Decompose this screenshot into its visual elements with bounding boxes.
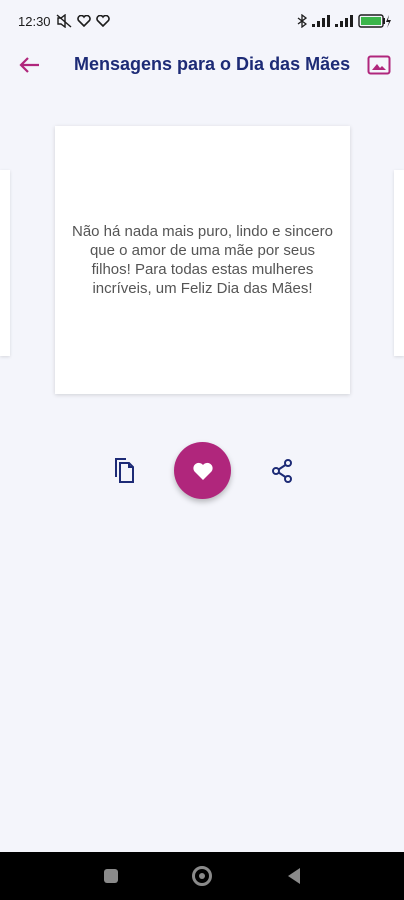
message-card: Não há nada mais puro, lindo e sincero q… xyxy=(55,126,350,394)
recents-icon[interactable] xyxy=(104,869,118,883)
signal-icon xyxy=(335,15,353,27)
bluetooth-icon xyxy=(297,14,307,28)
heart-rate-icon xyxy=(95,15,110,27)
status-bar: 12:30 xyxy=(0,0,404,42)
home-icon[interactable] xyxy=(192,866,212,886)
heart-rate-icon xyxy=(76,15,91,27)
battery-charging-icon xyxy=(358,14,392,28)
share-button[interactable] xyxy=(268,456,296,486)
copy-icon xyxy=(115,458,134,483)
action-bar xyxy=(0,440,404,500)
favorite-button[interactable] xyxy=(174,442,231,499)
system-nav-bar xyxy=(0,852,404,900)
image-button[interactable] xyxy=(366,53,392,77)
previous-card-peek[interactable] xyxy=(0,170,10,356)
status-right xyxy=(297,14,392,28)
next-card-peek[interactable] xyxy=(394,170,404,356)
status-left: 12:30 xyxy=(18,14,110,29)
muted-icon xyxy=(56,14,72,28)
share-icon xyxy=(272,459,292,483)
page-title: Mensagens para o Dia das Mães xyxy=(74,54,351,74)
app-bar: Mensagens para o Dia das Mães xyxy=(0,42,404,88)
message-text: Não há nada mais puro, lindo e sincero q… xyxy=(72,223,333,297)
back-button[interactable] xyxy=(16,53,42,77)
copy-button[interactable] xyxy=(110,456,138,486)
arrow-left-icon xyxy=(19,57,39,73)
image-icon xyxy=(367,55,391,75)
signal-icon xyxy=(312,15,330,27)
status-time: 12:30 xyxy=(18,13,51,29)
heart-icon xyxy=(192,462,213,480)
back-triangle-icon[interactable] xyxy=(288,868,300,884)
